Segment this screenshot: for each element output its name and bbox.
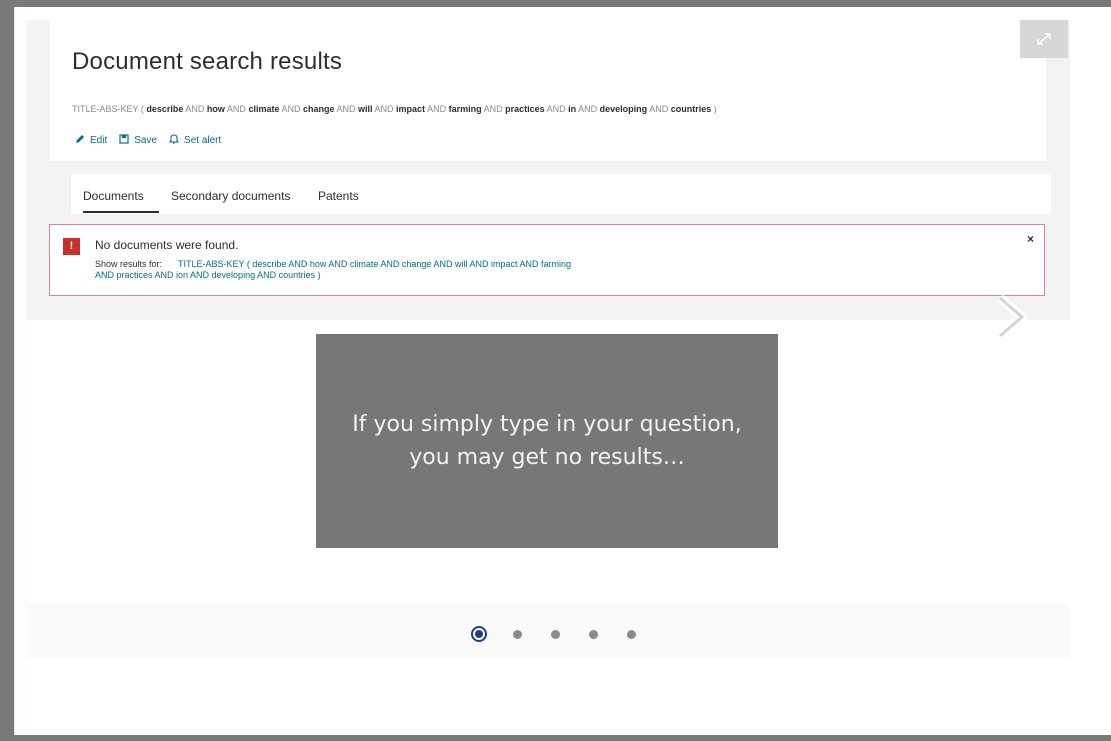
query-operator: AND <box>372 104 397 114</box>
pagination-dot-2[interactable] <box>513 630 522 639</box>
query-operator: AND <box>183 104 207 114</box>
query-term: impact <box>396 104 426 114</box>
set-alert-button[interactable]: Set alert <box>168 134 222 147</box>
suggested-query-link[interactable]: TITLE-ABS-KEY ( describe AND how AND cli… <box>178 259 571 269</box>
query-operator: AND <box>334 104 359 114</box>
frame-left-border <box>0 0 14 741</box>
no-results-alert: ! No documents were found. Show results … <box>49 224 1045 296</box>
query-term: change <box>302 104 335 114</box>
set-alert-label: Set alert <box>184 135 222 146</box>
slide-caption: If you simply type in your question, you… <box>316 334 778 548</box>
pagination-dot-1-active[interactable] <box>471 626 487 642</box>
query-term: developing <box>599 104 648 114</box>
query-term: in <box>568 104 577 114</box>
fullscreen-button[interactable] <box>1020 20 1068 58</box>
page-title: Document search results <box>72 48 343 75</box>
query-term: countries <box>670 104 712 114</box>
suggested-query-link-continued[interactable]: AND practices AND ion AND developing AND… <box>95 270 321 280</box>
edit-button[interactable]: Edit <box>75 134 107 147</box>
result-tabs: Documents Secondary documents Patents <box>71 174 1051 214</box>
caption-line-1: If you simply type in your question, <box>352 412 742 437</box>
query-actions: Edit Save Set alert <box>75 134 221 147</box>
pencil-icon <box>75 134 85 147</box>
query-term: climate <box>248 104 280 114</box>
bell-icon <box>168 134 180 147</box>
pagination-dot-3[interactable] <box>551 630 560 639</box>
frame-bottom-border <box>0 735 1111 741</box>
save-label: Save <box>134 135 158 146</box>
query-operator: AND <box>425 104 449 114</box>
query-term: practices <box>505 104 545 114</box>
query-operator: AND <box>576 104 600 114</box>
search-results-panel: Document search results TITLE-ABS-KEY ( … <box>50 20 1046 161</box>
query-prefix: TITLE-ABS-KEY ( <box>72 104 144 114</box>
pagination-dot-4[interactable] <box>589 630 598 639</box>
query-term: how <box>206 104 225 114</box>
slide-pagination <box>27 604 1070 658</box>
edit-label: Edit <box>90 135 108 146</box>
caption-line-2: you may get no results… <box>409 445 685 470</box>
error-icon: ! <box>63 238 80 255</box>
save-button[interactable]: Save <box>119 134 157 147</box>
query-operator: AND <box>224 104 249 114</box>
query-suffix: ) <box>713 104 717 114</box>
frame-top-border <box>0 0 1111 7</box>
query-operator: AND <box>647 104 671 114</box>
frame-inner-edge <box>14 7 28 735</box>
alert-title: No documents were found. <box>95 238 239 252</box>
alert-suggestion-prefix: Show results for: <box>95 259 163 269</box>
query-operator: AND <box>481 104 506 114</box>
pagination-dot-5[interactable] <box>627 630 636 639</box>
next-slide-arrow-icon[interactable] <box>992 294 1028 340</box>
search-query: TITLE-ABS-KEY ( describe AND how AND cli… <box>72 104 717 114</box>
close-icon[interactable]: × <box>1027 232 1034 246</box>
query-term: describe <box>146 104 184 114</box>
tab-documents[interactable]: Documents <box>83 189 144 203</box>
query-term: farming <box>448 104 482 114</box>
tab-secondary-documents[interactable]: Secondary documents <box>171 189 290 203</box>
query-operator: AND <box>279 104 303 114</box>
query-terms: describe AND how AND climate AND change … <box>146 104 711 114</box>
active-tab-indicator <box>83 211 159 213</box>
tab-patents[interactable]: Patents <box>318 189 359 203</box>
expand-icon <box>1037 33 1051 45</box>
save-icon <box>119 134 129 147</box>
query-term: will <box>358 104 373 114</box>
query-operator: AND <box>544 104 569 114</box>
